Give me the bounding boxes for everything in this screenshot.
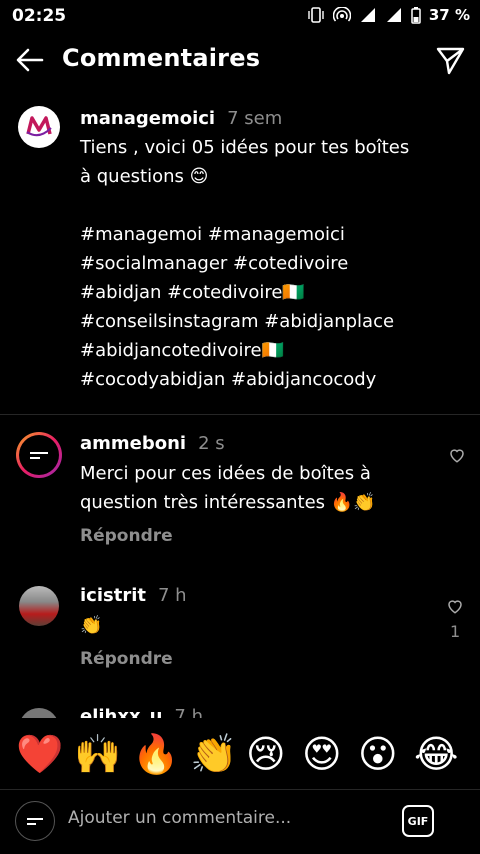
comment-line: 👏 xyxy=(80,615,103,636)
emoji-heart[interactable]: ❤️ xyxy=(16,732,63,776)
emoji-quick-bar: ❤️ 🙌 🔥 👏 😢 😍 😮 😂 xyxy=(0,718,480,788)
caption-hashtags[interactable]: #abidjan #cotedivoire🇨🇮 xyxy=(80,278,409,307)
caption-hashtags[interactable]: #socialmanager #cotedivoire xyxy=(80,249,409,278)
caption-hashtags[interactable]: #conseilsinstagram #abidjanplace xyxy=(80,307,409,336)
comment-time: 2 s xyxy=(198,433,225,454)
status-time: 02:25 xyxy=(12,6,67,26)
comment-header: icistrit 7 h xyxy=(80,585,187,606)
emoji-crying[interactable]: 😢 xyxy=(246,732,286,776)
comment-time: 7 h xyxy=(157,585,187,606)
gif-button[interactable]: GIF xyxy=(402,805,434,837)
emoji-fire[interactable]: 🔥 xyxy=(132,732,179,776)
caption-username[interactable]: managemoici xyxy=(80,108,215,129)
like-heart-icon[interactable] xyxy=(448,446,466,464)
caption-hashtags[interactable]: #abidjancotedivoire🇨🇮 xyxy=(80,336,409,365)
comment-username[interactable]: icistrit xyxy=(80,585,146,606)
signal-icon xyxy=(359,7,377,23)
header-bar: Commentaires xyxy=(0,32,480,88)
caption-header: managemoici 7 sem xyxy=(80,108,282,129)
status-icons: 37 % xyxy=(307,6,470,24)
comment-username[interactable]: ammeboni xyxy=(80,433,186,454)
comment-input[interactable]: Ajouter un commentaire... xyxy=(68,808,291,828)
comment-avatar[interactable] xyxy=(16,432,62,478)
page-title: Commentaires xyxy=(62,44,261,72)
status-bar: 02:25 37 % xyxy=(0,0,480,32)
comment-text: 👏 xyxy=(80,611,102,640)
comment-avatar[interactable] xyxy=(19,586,59,626)
emoji-surprised[interactable]: 😮 xyxy=(358,732,398,776)
emoji-laughing[interactable]: 😂 xyxy=(414,732,458,776)
caption-line xyxy=(80,191,409,220)
comment-text: Merci pour ces idées de boîtes à questio… xyxy=(80,459,376,517)
like-count: 1 xyxy=(450,622,461,641)
caption-avatar[interactable] xyxy=(18,106,60,148)
hotspot-icon xyxy=(332,7,351,23)
user-avatar xyxy=(15,801,55,841)
caption-hashtags[interactable]: #cocodyabidjan #abidjancocody xyxy=(80,365,409,394)
caption-divider xyxy=(0,414,480,415)
comment-header: ammeboni 2 s xyxy=(80,433,225,454)
caption-hashtags[interactable]: #managemoi #managemoici xyxy=(80,220,409,249)
caption-time: 7 sem xyxy=(227,108,283,129)
vibrate-icon xyxy=(307,7,325,23)
battery-icon xyxy=(411,6,421,24)
like-heart-icon[interactable] xyxy=(446,597,464,615)
emoji-heart-eyes[interactable]: 😍 xyxy=(302,732,342,776)
reply-button[interactable]: Répondre xyxy=(80,649,173,669)
send-icon[interactable] xyxy=(434,44,466,76)
comment-line: Merci pour ces idées de boîtes à xyxy=(80,463,371,484)
caption-line: Tiens , voici 05 idées pour tes boîtes xyxy=(80,137,410,158)
emoji-clapping[interactable]: 👏 xyxy=(190,732,237,776)
reply-button[interactable]: Répondre xyxy=(80,526,173,546)
comment-line: question très intéressantes 🔥👏 xyxy=(80,492,376,513)
back-arrow-icon[interactable] xyxy=(14,44,46,76)
signal-3g-icon xyxy=(385,7,403,23)
comment-composer: Ajouter un commentaire... GIF xyxy=(0,790,480,854)
caption-line: à questions 😊 xyxy=(80,166,209,187)
emoji-raising-hands[interactable]: 🙌 xyxy=(74,732,121,776)
caption-text: Tiens , voici 05 idées pour tes boîtes à… xyxy=(80,133,409,394)
battery-percent: 37 % xyxy=(428,6,470,24)
